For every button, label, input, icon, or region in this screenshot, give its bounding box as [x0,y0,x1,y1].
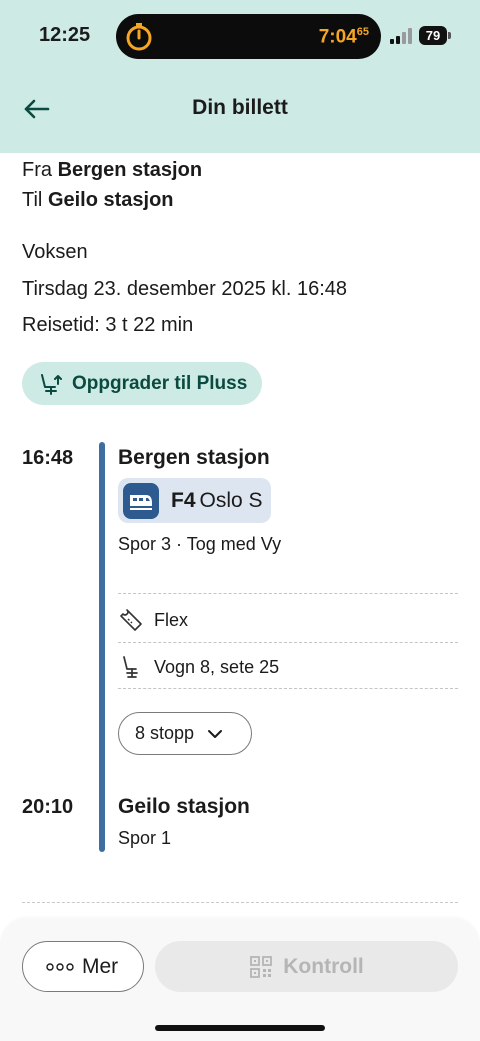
seat-info: Vogn 8, sete 25 [154,656,280,677]
ticket-icon [120,609,142,631]
seat-icon [123,656,138,678]
divider [118,593,458,594]
signal-icon [390,28,412,44]
departure-station: Bergen stasjon [118,446,270,469]
from-line: Fra Bergen stasjon [22,159,203,181]
seat-row: Vogn 8, sete 25 [118,654,279,680]
home-indicator[interactable] [155,1025,325,1031]
departure-time: 16:48 [22,447,74,469]
more-label: Mer [82,954,119,978]
control-label: Kontroll [283,954,364,978]
more-dots-icon [46,962,74,971]
train-destination: Oslo S [199,488,263,512]
from-station: Bergen stasjon [57,159,203,181]
battery-icon: 79 [419,26,451,45]
seat-upgrade-icon [41,373,62,395]
journey-timeline [99,442,105,852]
stops-label: 8 stopp [135,723,195,743]
passenger-type: Voksen [22,241,88,263]
divider [22,902,458,903]
timer-icon [126,23,152,51]
clock: 12:25 [39,24,91,46]
timer-readout: 7:0465 [318,26,369,48]
train-chip[interactable]: F4 Oslo S [118,478,271,523]
departure-datetime: Tirsdag 23. desember 2025 kl. 16:48 [22,278,348,300]
ticket-type: Flex [154,609,189,630]
train-icon [123,482,159,519]
arrival-platform: Spor 1 [118,828,172,848]
arrival-time: 20:10 [22,796,74,818]
upgrade-label: Oppgrader til Pluss [72,372,248,394]
control-button[interactable]: Kontroll [155,941,458,992]
train-line: F4 [171,488,196,512]
to-station: Geilo stasjon [47,189,174,211]
app-header: 12:25 7:0465 79 Din billett [0,0,480,153]
chevron-down-icon [208,729,223,738]
ticket-type-row: Flex [118,607,188,633]
page-title: Din billett [192,96,288,119]
arrival-station: Geilo stasjon [118,795,250,818]
more-button[interactable]: Mer [22,941,144,992]
divider [118,688,458,689]
battery-level: 79 [419,26,447,45]
qr-code-icon [250,955,273,978]
departure-platform: Spor 3 · Tog med Vy [118,534,282,554]
travel-duration: Reisetid: 3 t 22 min [22,314,194,336]
stops-toggle-button[interactable]: 8 stopp [118,712,252,755]
divider [118,642,458,643]
dynamic-island[interactable]: 7:0465 [116,14,381,59]
to-line: Til Geilo stasjon [22,189,174,211]
upgrade-button[interactable]: Oppgrader til Pluss [22,362,262,405]
status-bar: 12:25 7:0465 79 [0,0,480,72]
